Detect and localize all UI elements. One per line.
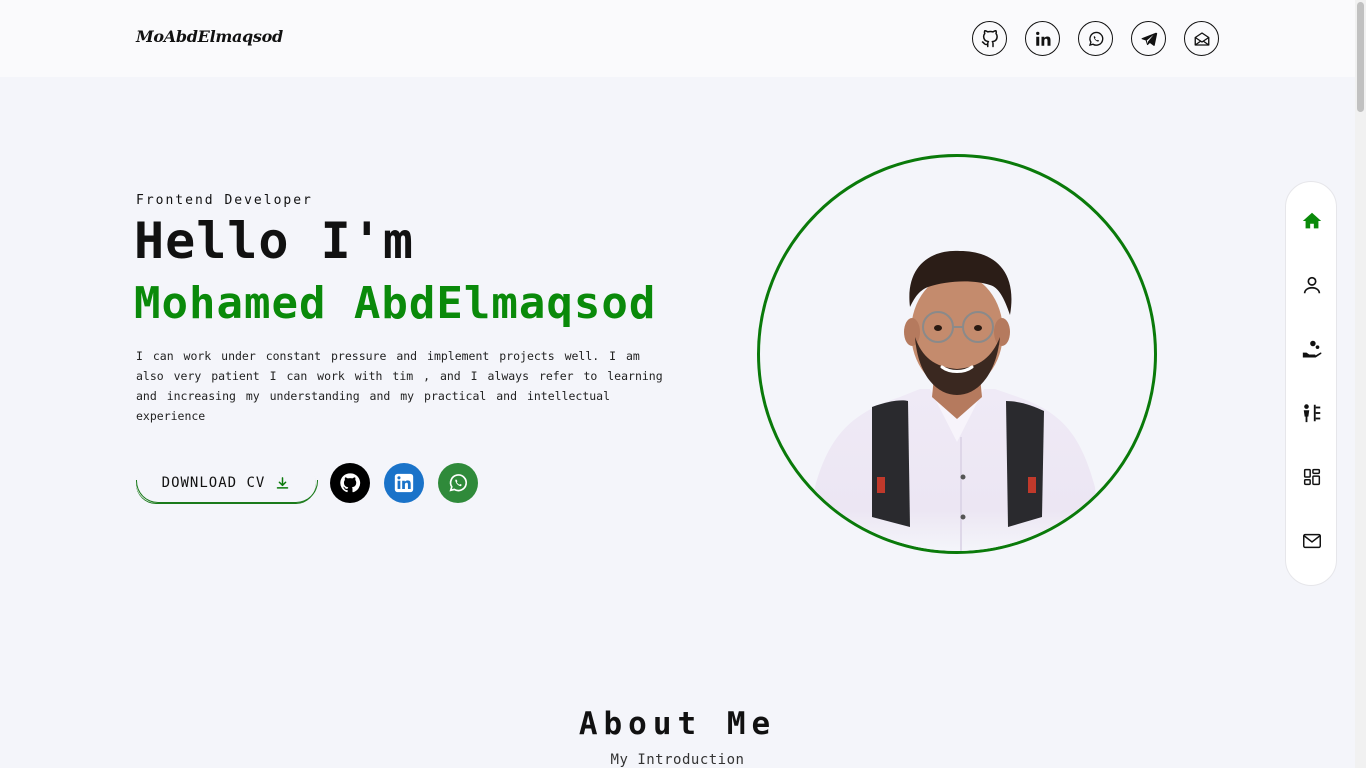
home-icon bbox=[1302, 212, 1322, 229]
nav-contact[interactable] bbox=[1300, 529, 1324, 553]
hero-description: I can work under constant pressure and i… bbox=[136, 349, 663, 423]
about-title: About Me bbox=[578, 706, 777, 742]
page-scrollbar[interactable] bbox=[1355, 0, 1366, 768]
nav-portfolio[interactable] bbox=[1300, 465, 1324, 489]
linkedin-icon bbox=[394, 473, 414, 493]
header-github-link[interactable] bbox=[972, 21, 1007, 56]
telegram-icon bbox=[1141, 32, 1157, 46]
profile-portrait bbox=[810, 250, 1100, 551]
github-icon bbox=[981, 29, 998, 47]
site-logo[interactable]: MoAbdElmaqsod bbox=[136, 27, 283, 46]
hero-greeting: Hello I'm bbox=[134, 212, 414, 270]
header-whatsapp-link[interactable] bbox=[1078, 21, 1113, 56]
resume-icon bbox=[1303, 404, 1321, 423]
nav-services[interactable] bbox=[1300, 337, 1324, 361]
mail-open-icon bbox=[1194, 31, 1209, 46]
nav-home[interactable] bbox=[1300, 209, 1324, 233]
about-subtitle: My Introduction bbox=[610, 752, 745, 768]
top-header: MoAbdElmaqsod bbox=[0, 0, 1355, 77]
nav-resume[interactable] bbox=[1300, 401, 1324, 425]
portfolio-icon bbox=[1303, 468, 1321, 486]
download-icon bbox=[277, 476, 289, 489]
github-icon bbox=[340, 473, 361, 493]
whatsapp-icon bbox=[1088, 31, 1103, 46]
hero-name: Mohamed AbdElmaqsod bbox=[134, 278, 657, 329]
profile-photo bbox=[757, 154, 1157, 554]
download-cv-button[interactable]: DOWNLOAD CV bbox=[136, 463, 318, 503]
header-linkedin-link[interactable] bbox=[1025, 21, 1060, 56]
linkedin-icon bbox=[1035, 31, 1050, 46]
mail-icon bbox=[1303, 533, 1321, 549]
hero-linkedin-link[interactable] bbox=[384, 463, 424, 503]
nav-about[interactable] bbox=[1300, 273, 1324, 297]
header-mail-link[interactable] bbox=[1184, 21, 1219, 56]
whatsapp-icon bbox=[449, 474, 467, 492]
header-social-links bbox=[972, 21, 1219, 56]
hero-github-link[interactable] bbox=[330, 463, 370, 503]
scrollbar-thumb[interactable] bbox=[1357, 2, 1364, 112]
user-icon bbox=[1303, 276, 1321, 294]
hero-role: Frontend Developer bbox=[136, 193, 313, 208]
services-icon bbox=[1302, 340, 1322, 358]
hero-whatsapp-link[interactable] bbox=[438, 463, 478, 503]
download-cv-label: DOWNLOAD CV bbox=[161, 475, 266, 491]
side-navigation bbox=[1285, 181, 1337, 586]
header-telegram-link[interactable] bbox=[1131, 21, 1166, 56]
